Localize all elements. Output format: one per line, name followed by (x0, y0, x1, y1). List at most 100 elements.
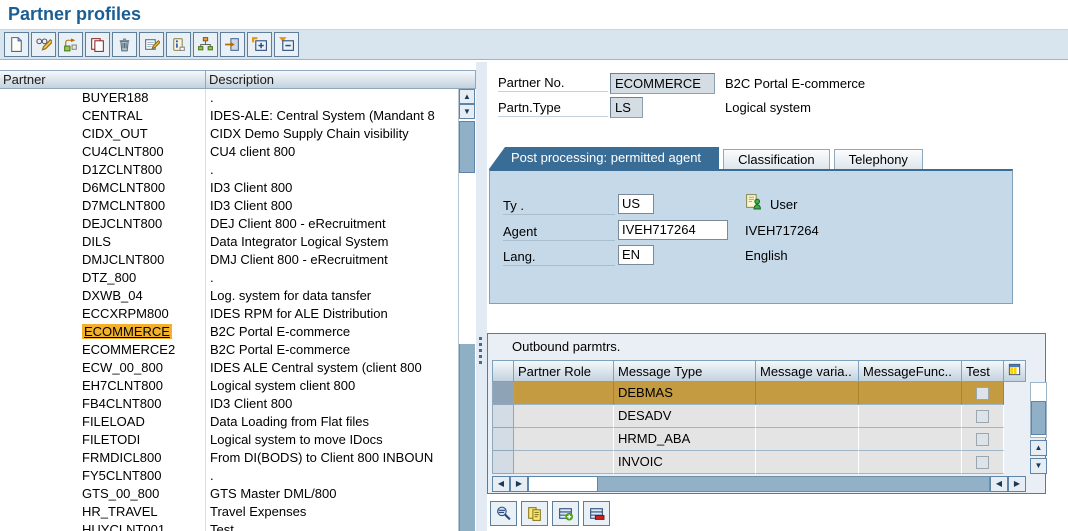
partner-id[interactable]: DTZ_800 (0, 269, 206, 287)
table-cell[interactable] (514, 405, 614, 428)
expand-all-button[interactable] (247, 32, 272, 57)
check-button[interactable] (139, 32, 164, 57)
row-selector-header[interactable] (492, 360, 514, 382)
partner-id[interactable]: ECOMMERCE (0, 323, 206, 341)
panel-splitter[interactable] (476, 62, 487, 531)
scroll-left-icon[interactable]: ◀ (492, 476, 510, 492)
outbound-vscrollbar[interactable]: ▲ ▼ (1030, 382, 1047, 508)
tab-telephony[interactable]: Telephony (834, 149, 923, 169)
column-header-description[interactable]: Description (206, 71, 475, 88)
scroll-right-icon[interactable]: ▶ (510, 476, 528, 492)
partner-id[interactable]: CENTRAL (0, 107, 206, 125)
create-button[interactable] (4, 32, 29, 57)
insert-row-button[interactable] (552, 501, 579, 526)
test-checkbox[interactable] (976, 456, 989, 469)
partner-row[interactable]: HUYCLNT001Test (0, 521, 458, 531)
details-button[interactable] (490, 501, 517, 526)
scroll-right-icon[interactable]: ▶ (1008, 476, 1026, 492)
scrollbar-thumb[interactable] (459, 121, 475, 173)
table-cell[interactable] (756, 405, 859, 428)
partner-id[interactable]: BUYER188 (0, 89, 206, 107)
partner-id[interactable]: CU4CLNT800 (0, 143, 206, 161)
partner-id[interactable]: FRMDICL800 (0, 449, 206, 467)
outbound-row[interactable]: INVOIC (492, 451, 1026, 474)
column-header-message-type[interactable]: Message Type (614, 360, 756, 382)
message-type-cell[interactable]: INVOIC (614, 451, 756, 474)
partner-id[interactable]: CIDX_OUT (0, 125, 206, 143)
partner-id[interactable]: ECW_00_800 (0, 359, 206, 377)
column-header-partner[interactable]: Partner (0, 71, 206, 88)
partner-row[interactable]: FILETODILogical system to move IDocs (0, 431, 458, 449)
partner-id[interactable]: HUYCLNT001 (0, 521, 206, 531)
partner-id[interactable]: ECCXRPM800 (0, 305, 206, 323)
scroll-up-icon[interactable]: ▲ (459, 89, 475, 104)
partner-row[interactable]: BUYER188. (0, 89, 458, 107)
partner-row[interactable]: D1ZCLNT800. (0, 161, 458, 179)
language-input[interactable]: EN (618, 245, 654, 265)
row-selector[interactable] (492, 428, 514, 451)
table-cell[interactable] (859, 382, 962, 405)
partner-id[interactable]: D7MCLNT800 (0, 197, 206, 215)
partner-id[interactable]: FILETODI (0, 431, 206, 449)
table-cell[interactable] (514, 451, 614, 474)
scrollbar-thumb[interactable] (1031, 401, 1046, 435)
partner-id[interactable]: D6MCLNT800 (0, 179, 206, 197)
partner-no-field[interactable]: ECOMMERCE (610, 73, 715, 94)
row-selector[interactable] (492, 451, 514, 474)
partner-row[interactable]: ECOMMERCE2B2C Portal E-commerce (0, 341, 458, 359)
message-type-cell[interactable]: DEBMAS (614, 382, 756, 405)
partner-row[interactable]: D6MCLNT800ID3 Client 800 (0, 179, 458, 197)
partner-row[interactable]: DTZ_800. (0, 269, 458, 287)
outbound-hscrollbar[interactable]: ◀ ▶ ◀ ▶ (492, 476, 1026, 492)
table-cell[interactable] (859, 451, 962, 474)
partner-row[interactable]: DMJCLNT800DMJ Client 800 - eRecruitment (0, 251, 458, 269)
partner-row[interactable]: DXWB_04Log. system for data tansfer (0, 287, 458, 305)
message-type-cell[interactable]: HRMD_ABA (614, 428, 756, 451)
partner-id[interactable]: FB4CLNT800 (0, 395, 206, 413)
scroll-down-icon[interactable]: ▼ (1030, 458, 1047, 474)
display-change-button[interactable] (31, 32, 56, 57)
scroll-down-icon[interactable]: ▼ (459, 104, 475, 119)
column-header-test[interactable]: Test (962, 360, 1004, 382)
partner-row[interactable]: ECCXRPM800IDES RPM for ALE Distribution (0, 305, 458, 323)
column-header-partner-role[interactable]: Partner Role (514, 360, 614, 382)
partner-row[interactable]: ECW_00_800IDES ALE Central system (clien… (0, 359, 458, 377)
scrollbar-track-lower[interactable] (459, 344, 475, 531)
agent-input[interactable]: IVEH717264 (618, 220, 728, 240)
partner-id[interactable]: DILS (0, 233, 206, 251)
partner-row[interactable]: FRMDICL800From DI(BODS) to Client 800 IN… (0, 449, 458, 467)
test-checkbox[interactable] (976, 410, 989, 423)
table-cell[interactable] (859, 428, 962, 451)
column-header-messagefunc[interactable]: MessageFunc.. (859, 360, 962, 382)
partner-id[interactable]: D1ZCLNT800 (0, 161, 206, 179)
partner-id[interactable]: GTS_00_800 (0, 485, 206, 503)
delete-button[interactable] (112, 32, 137, 57)
scroll-left-icon[interactable]: ◀ (990, 476, 1008, 492)
table-cell[interactable] (756, 451, 859, 474)
documentation-button[interactable] (166, 32, 191, 57)
partner-id[interactable]: EH7CLNT800 (0, 377, 206, 395)
outbound-row[interactable]: HRMD_ABA (492, 428, 1026, 451)
delete-row-button[interactable] (583, 501, 610, 526)
test-checkbox[interactable] (976, 387, 989, 400)
partner-list-scrollbar[interactable]: ▲ ▼ (458, 89, 475, 531)
partner-row[interactable]: CENTRALIDES-ALE: Central System (Mandant… (0, 107, 458, 125)
row-selector[interactable] (492, 405, 514, 428)
partner-id[interactable]: ECOMMERCE2 (0, 341, 206, 359)
partner-id[interactable]: DMJCLNT800 (0, 251, 206, 269)
outbound-row[interactable]: DEBMAS (492, 382, 1026, 405)
table-cell[interactable] (514, 382, 614, 405)
table-cell[interactable] (859, 405, 962, 428)
collapse-all-button[interactable] (274, 32, 299, 57)
partner-id[interactable]: DEJCLNT800 (0, 215, 206, 233)
hierarchy-button[interactable] (193, 32, 218, 57)
table-cell[interactable] (514, 428, 614, 451)
tab-post-processing-permitted-agent[interactable]: Post processing: permitted agent (489, 147, 719, 169)
column-header-message-varia[interactable]: Message varia.. (756, 360, 859, 382)
copy-with-reference-button[interactable] (58, 32, 83, 57)
partner-id[interactable]: DXWB_04 (0, 287, 206, 305)
table-cell[interactable] (756, 428, 859, 451)
scrollbar-thumb[interactable] (528, 476, 598, 492)
copy-entry-button[interactable] (521, 501, 548, 526)
partner-id[interactable]: HR_TRAVEL (0, 503, 206, 521)
